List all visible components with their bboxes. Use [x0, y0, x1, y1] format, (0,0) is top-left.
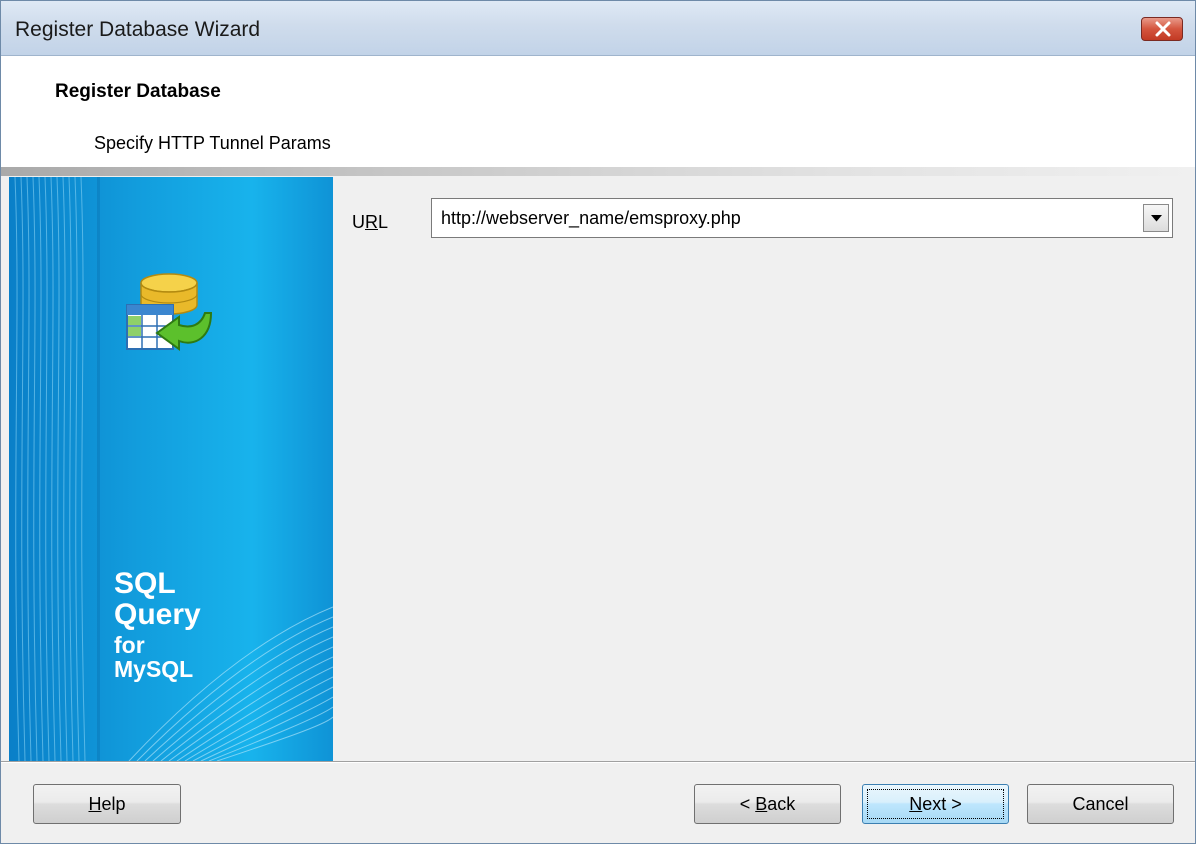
url-label-post: L — [378, 212, 389, 232]
logo-line-query: Query — [114, 598, 201, 631]
logo-line-sql: SQL — [114, 567, 176, 600]
next-button[interactable]: Next > — [862, 784, 1009, 824]
chevron-down-icon — [1151, 215, 1162, 222]
back-accel: B — [755, 794, 768, 814]
url-value[interactable]: http://webserver_name/emsproxy.php — [441, 208, 741, 229]
logo-line-for: for — [114, 632, 145, 658]
back-button[interactable]: < Back — [694, 784, 841, 824]
url-label-pre: U — [352, 212, 365, 232]
header-separator — [1, 167, 1195, 176]
footer-separator-highlight — [1, 762, 1195, 763]
close-button[interactable] — [1141, 17, 1183, 41]
window-title: Register Database Wizard — [15, 18, 261, 41]
url-label: URL — [352, 212, 388, 233]
cancel-button[interactable]: Cancel — [1027, 784, 1174, 824]
wizard-header: Register Database Specify HTTP Tunnel Pa… — [1, 56, 1195, 167]
logo-line-mysql: MySQL — [114, 656, 194, 682]
product-logo-text: SQL Query for MySQL — [114, 569, 201, 681]
back-label: ack — [767, 794, 796, 814]
url-combobox[interactable]: http://webserver_name/emsproxy.php — [431, 198, 1173, 238]
help-label: elp — [101, 794, 126, 814]
page-title: Register Database — [55, 81, 221, 102]
help-button[interactable]: Help — [33, 784, 181, 824]
back-prefix: < — [739, 794, 756, 814]
focus-rectangle — [867, 789, 1004, 819]
side-banner: SQL Query for MySQL — [9, 177, 333, 761]
wizard-window: Register Database Wizard Register Databa… — [0, 0, 1196, 844]
close-icon — [1155, 21, 1171, 37]
url-label-accel: R — [365, 212, 378, 232]
page-subtitle: Specify HTTP Tunnel Params — [94, 133, 331, 153]
url-dropdown-button[interactable] — [1143, 204, 1169, 232]
title-bar[interactable]: Register Database Wizard — [1, 1, 1195, 56]
database-table-arrow-icon — [126, 273, 213, 351]
help-accel: H — [88, 794, 102, 814]
